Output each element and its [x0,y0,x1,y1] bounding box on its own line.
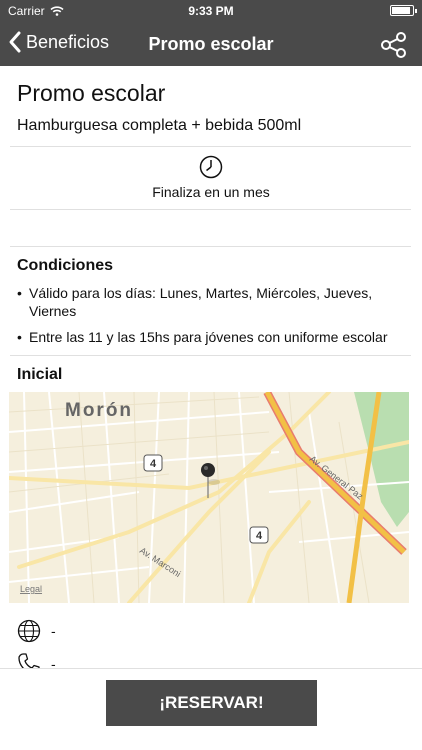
condition-item: Válido para los días: Lunes, Martes, Mié… [17,284,407,320]
conditions-heading: Condiciones [17,257,114,274]
conditions-list: Válido para los días: Lunes, Martes, Mié… [17,284,407,354]
promo-detail: Promo escolar Hamburguesa completa + beb… [0,66,422,668]
phone-value: - [51,656,56,668]
reserve-button[interactable]: ¡RESERVAR! [106,680,317,726]
divider [10,209,411,210]
battery-icon [390,5,417,16]
globe-icon [17,619,41,643]
clock-icon [199,155,223,179]
route-number: 4 [150,458,157,470]
location-map[interactable]: Morón 4 4 Av. Marconi Av. General Paz Le… [9,392,409,603]
phone-row[interactable]: - [17,652,56,668]
footer-bar: ¡RESERVAR! [0,668,422,750]
map-legal-link[interactable]: Legal [20,584,42,594]
route-shield: 4 [143,454,163,472]
divider [10,146,411,147]
map-street-label: Av. General Paz [308,454,366,502]
navigation-bar: Beneficios Promo escolar [0,22,422,66]
share-icon[interactable] [380,31,408,59]
promo-end-date: Finaliza en un mes [152,184,270,200]
website-row[interactable]: - [17,619,56,643]
location-heading: Inicial [17,366,63,383]
map-city-label: Morón [65,400,133,421]
nav-title: Promo escolar [148,34,274,54]
condition-item: Entre las 11 y las 15hs para jóvenes con… [17,328,407,346]
status-bar: Carrier 9:33 PM [0,0,422,22]
route-number: 4 [256,530,263,542]
website-value: - [51,623,56,639]
divider [10,246,411,247]
divider [10,355,411,356]
promo-description: Hamburguesa completa + bebida 500ml [17,117,302,134]
status-time: 9:33 PM [188,4,234,18]
route-shield: 4 [249,526,269,544]
promo-title: Promo escolar [17,80,166,106]
phone-icon [18,653,40,668]
